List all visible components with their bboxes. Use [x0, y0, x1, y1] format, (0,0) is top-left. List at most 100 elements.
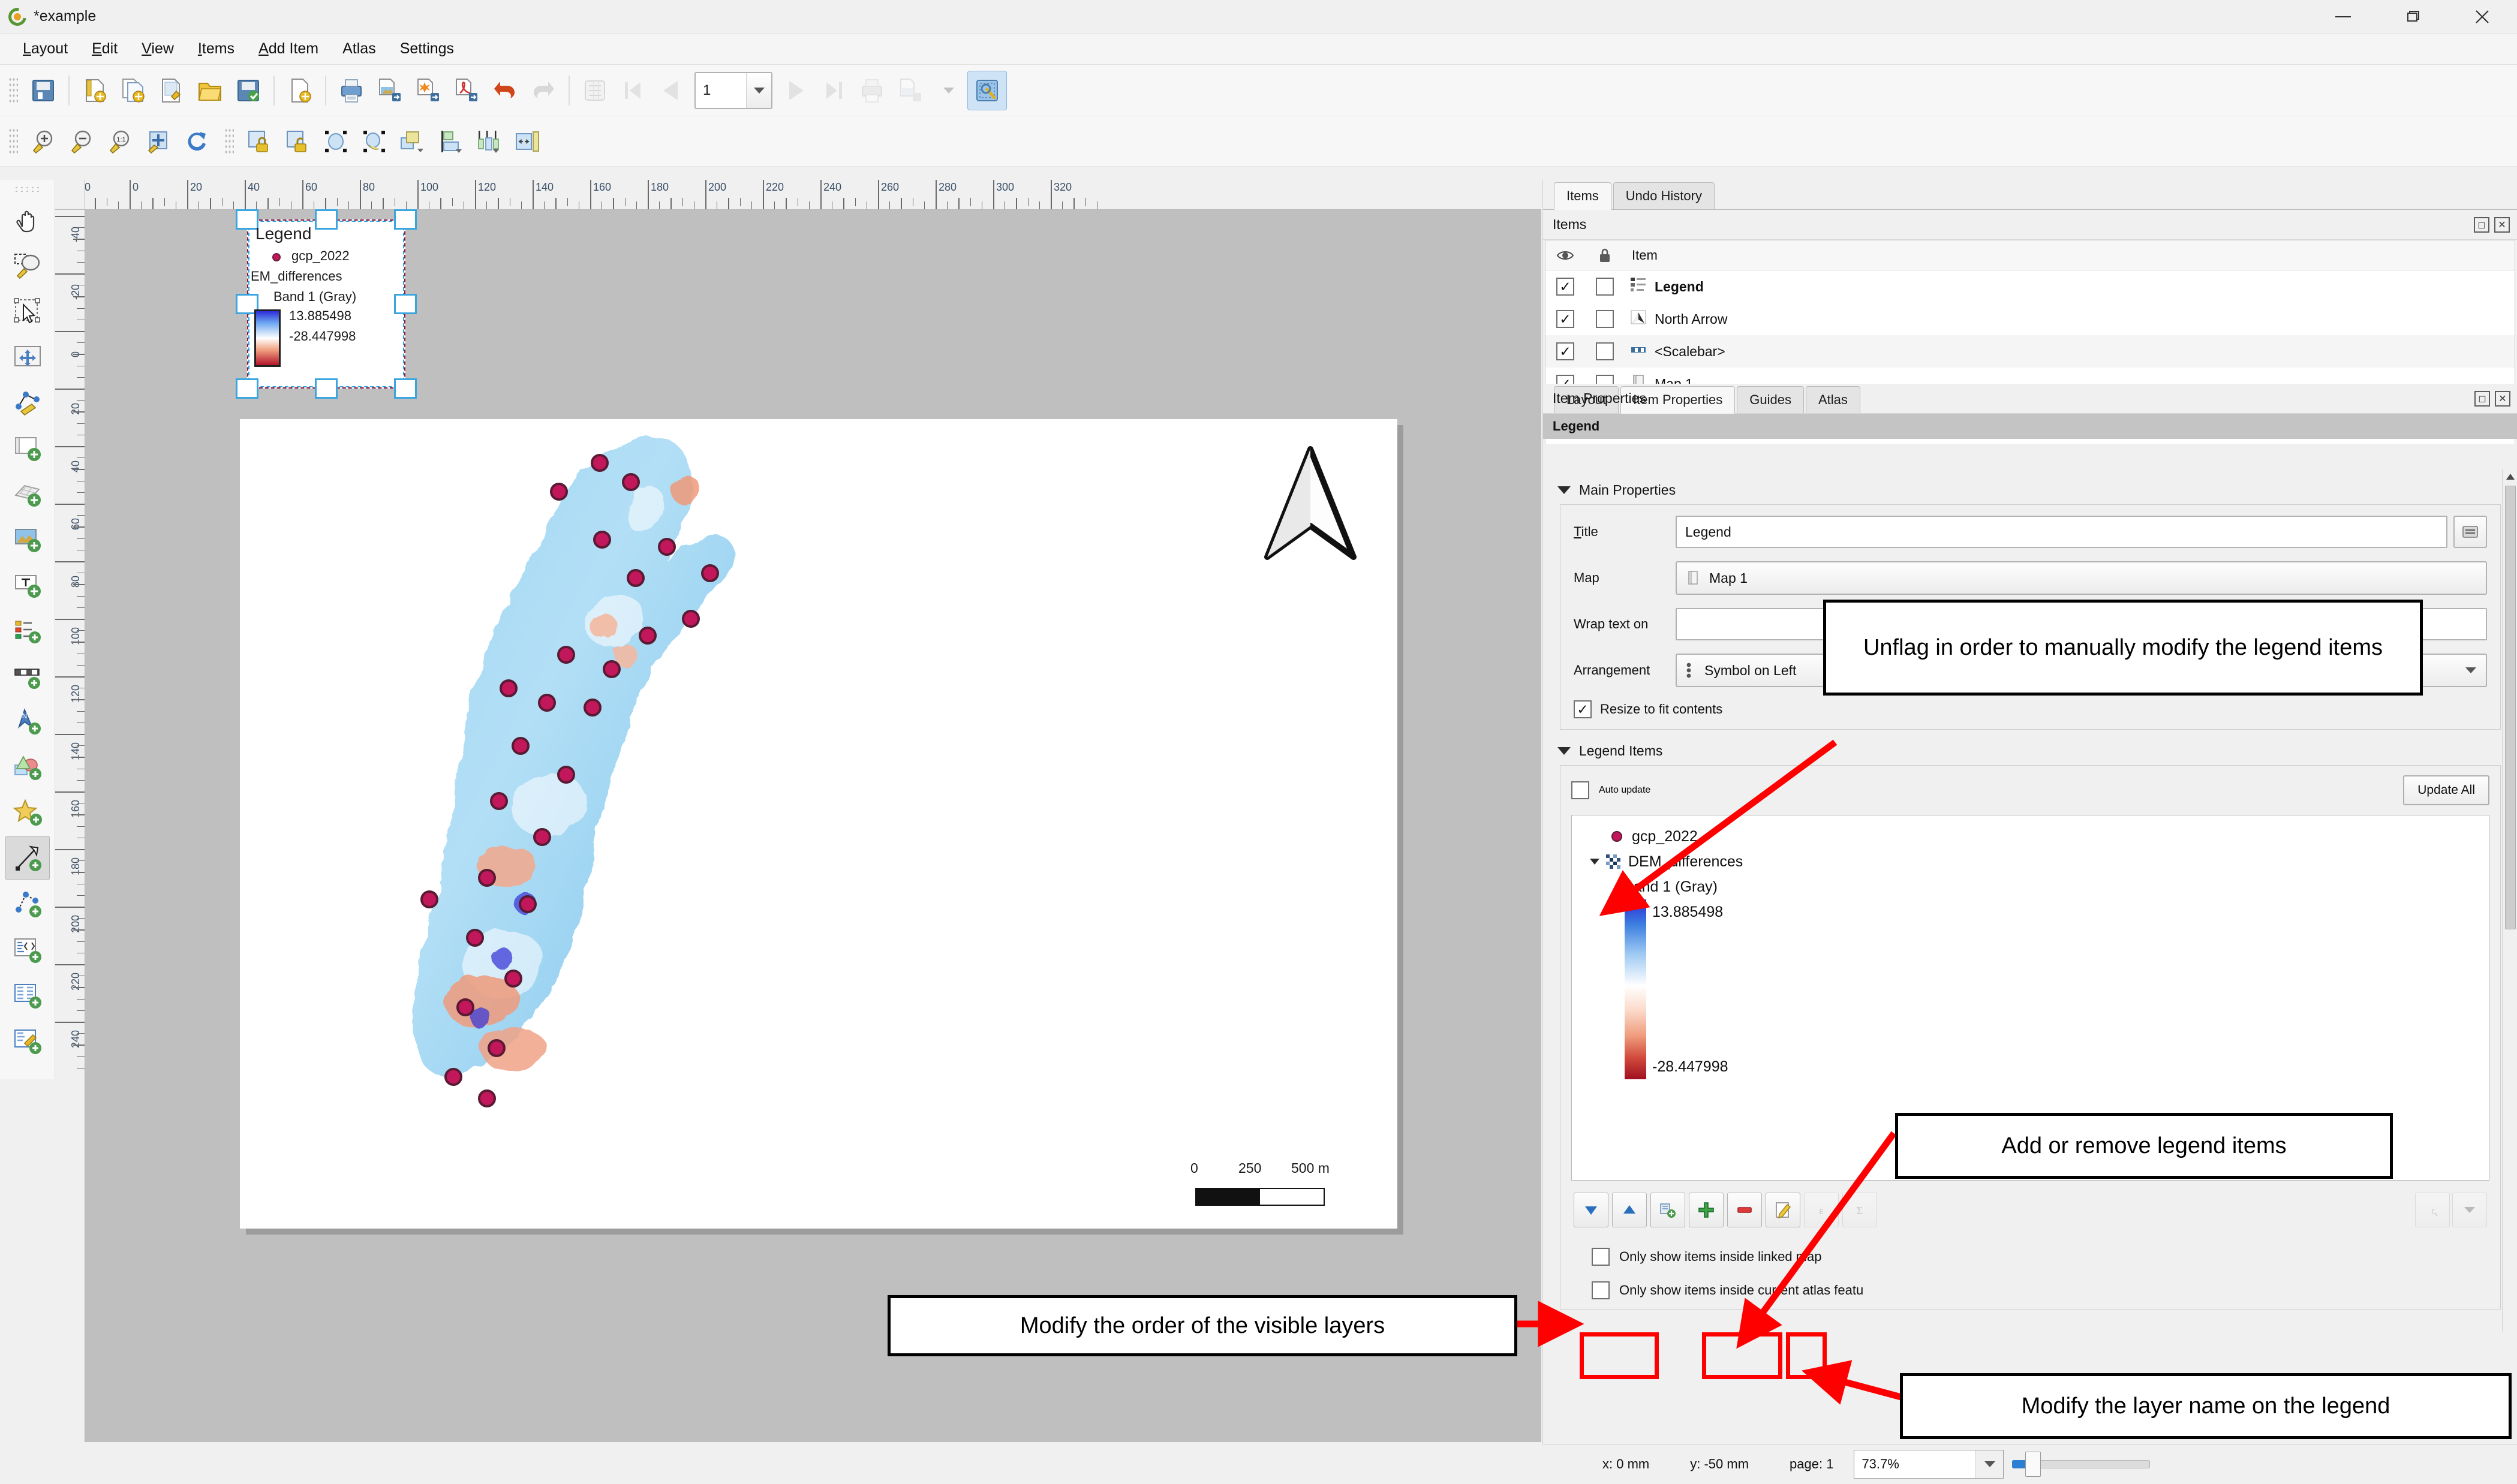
menu-items[interactable]: Items: [186, 38, 246, 60]
legend-items-collapse-icon[interactable]: [1557, 747, 1571, 755]
legend-tree-row-dem[interactable]: DEM_differences: [1572, 849, 2489, 874]
resize-handle-s[interactable]: [315, 378, 338, 399]
collapse-triangle-icon[interactable]: [1557, 486, 1571, 494]
tab-guides[interactable]: Guides: [1737, 386, 1804, 413]
legend-tree-row-gcp[interactable]: gcp_2022: [1572, 824, 2489, 849]
update-all-button[interactable]: Update All: [2403, 775, 2489, 805]
export-svg-button[interactable]: [409, 71, 447, 110]
print-button[interactable]: [332, 71, 371, 110]
resize-fit-row[interactable]: ✓ Resize to fit contents: [1574, 700, 2487, 718]
add-map-tool[interactable]: [5, 426, 50, 470]
item-row-legend[interactable]: ✓ Legend: [1545, 270, 2515, 303]
atlas-last-feature-button[interactable]: [814, 71, 853, 110]
main-properties-section-header[interactable]: Main Properties: [1543, 469, 2517, 504]
edit-toolbar-grip[interactable]: [224, 127, 234, 155]
filter-expression-button[interactable]: ε: [2415, 1193, 2450, 1227]
zoom-level-combo[interactable]: 73.7%: [1854, 1450, 2004, 1479]
only-atlas-feature-row[interactable]: Only show items inside current atlas fea…: [1592, 1281, 2489, 1299]
add-picture-tool[interactable]: [5, 517, 50, 561]
tab-items[interactable]: Items: [1554, 182, 1611, 210]
atlas-next-feature-button[interactable]: [776, 71, 814, 110]
select-move-item-tool[interactable]: [5, 289, 50, 333]
menu-edit[interactable]: Edit: [80, 38, 130, 60]
save-project-button[interactable]: [24, 71, 62, 110]
canvas-north-arrow-item[interactable]: [1250, 442, 1370, 568]
item-row-scalebar[interactable]: ✓ <Scalebar>: [1545, 335, 2515, 368]
item-lock-checkbox-scalebar[interactable]: [1596, 342, 1614, 360]
resize-fit-checkbox[interactable]: ✓: [1574, 700, 1592, 718]
add-marker-tool[interactable]: [5, 790, 50, 835]
add-html-tool[interactable]: [5, 927, 50, 971]
minimize-button[interactable]: [2308, 0, 2378, 33]
add-attribute-table-tool[interactable]: [5, 973, 50, 1017]
menu-settings[interactable]: Settings: [388, 38, 466, 60]
edit-nodes-tool[interactable]: [5, 380, 50, 425]
undock-icon[interactable]: ◻: [2474, 216, 2489, 233]
move-item-content-tool[interactable]: [5, 335, 50, 379]
remove-item-button[interactable]: [1727, 1193, 1762, 1227]
resize-items-button[interactable]: [509, 122, 547, 161]
atlas-first-feature-button[interactable]: [614, 71, 652, 110]
pan-layout-tool[interactable]: [5, 198, 50, 242]
new-layout-button[interactable]: [76, 71, 114, 110]
vertical-ruler[interactable]: -40-20020406080100120140160180200220240: [55, 210, 85, 1442]
item-visible-checkbox-legend[interactable]: ✓: [1556, 278, 1574, 296]
title-data-defined-button[interactable]: [2453, 516, 2487, 548]
close-panel-icon[interactable]: ✕: [2494, 216, 2510, 233]
add-scalebar-tool[interactable]: [5, 654, 50, 698]
move-up-button[interactable]: [1612, 1193, 1647, 1227]
zoom-slider[interactable]: [2012, 1450, 2151, 1479]
atlas-settings-button[interactable]: [967, 70, 1007, 110]
zoom-in-button[interactable]: [24, 122, 62, 161]
zoom-tool[interactable]: [5, 243, 50, 288]
tab-undo-history[interactable]: Undo History: [1613, 182, 1715, 209]
legend-tree-row-band[interactable]: Band 1 (Gray): [1572, 874, 2489, 899]
undo-button[interactable]: [486, 71, 524, 110]
zoom-actual-size-button[interactable]: 1:1: [101, 122, 139, 161]
item-tools-grip[interactable]: [13, 186, 41, 194]
item-lock-checkbox-north-arrow[interactable]: [1596, 310, 1614, 328]
new-report-button[interactable]: [281, 71, 319, 110]
menu-add-item[interactable]: Add Item: [246, 38, 330, 60]
layout-page[interactable]: [240, 419, 1397, 1229]
legend-items-section-header[interactable]: Legend Items: [1543, 730, 2517, 765]
expression-button[interactable]: ε: [1804, 1193, 1839, 1227]
horizontal-ruler[interactable]: -20 0 20 40 60 80 100 120 140 160 180 200 220 240 260 2…: [85, 180, 1541, 210]
add-group-button[interactable]: [1650, 1193, 1685, 1227]
maximize-button[interactable]: [2378, 0, 2447, 33]
atlas-page-spinner[interactable]: 1: [694, 71, 772, 109]
export-pdf-button[interactable]: [447, 71, 486, 110]
add-shape-tool[interactable]: [5, 745, 50, 789]
add-fixed-table-tool[interactable]: [5, 1018, 50, 1062]
canvas-scalebar-item[interactable]: 0 250 500 m: [1184, 1160, 1346, 1214]
add-north-arrow-tool[interactable]: N: [5, 699, 50, 743]
zoom-out-button[interactable]: [62, 122, 101, 161]
menu-atlas[interactable]: Atlas: [330, 38, 388, 60]
zoom-level-dropdown[interactable]: [1975, 1450, 2004, 1478]
expand-triangle-icon[interactable]: [1586, 859, 1603, 865]
add-node-item-tool[interactable]: [5, 881, 50, 926]
toolbar-grip[interactable]: [8, 76, 18, 104]
zoom-slider-knob[interactable]: [2025, 1452, 2041, 1477]
layout-canvas[interactable]: [85, 210, 1541, 1442]
tab-atlas[interactable]: Atlas: [1805, 386, 1860, 413]
properties-scrollbar[interactable]: [2502, 469, 2517, 1332]
open-template-button[interactable]: [191, 71, 229, 110]
unlock-items-button[interactable]: [278, 122, 317, 161]
item-visible-checkbox-north-arrow[interactable]: ✓: [1556, 310, 1574, 328]
item-lock-checkbox-legend[interactable]: [1596, 278, 1614, 296]
view-toolbar-grip[interactable]: [8, 127, 18, 155]
atlas-page-dropdown[interactable]: [746, 73, 771, 108]
resize-handle-se[interactable]: [394, 378, 417, 399]
item-row-north-arrow[interactable]: ✓ North Arrow: [1545, 303, 2515, 335]
item-visible-checkbox-scalebar[interactable]: ✓: [1556, 342, 1574, 360]
add-item-button[interactable]: [1689, 1193, 1724, 1227]
menu-layout[interactable]: Layout: [11, 38, 80, 60]
resize-handle-e[interactable]: [394, 294, 417, 314]
move-down-button[interactable]: [1574, 1193, 1608, 1227]
properties-scroll-area[interactable]: Main Properties Title Legend Map Map 1 W…: [1543, 469, 2517, 1332]
close-button[interactable]: [2447, 0, 2517, 33]
atlas-export-image-button[interactable]: [891, 71, 930, 110]
zoom-full-extent-button[interactable]: [139, 122, 178, 161]
resize-handle-n[interactable]: [315, 209, 338, 230]
